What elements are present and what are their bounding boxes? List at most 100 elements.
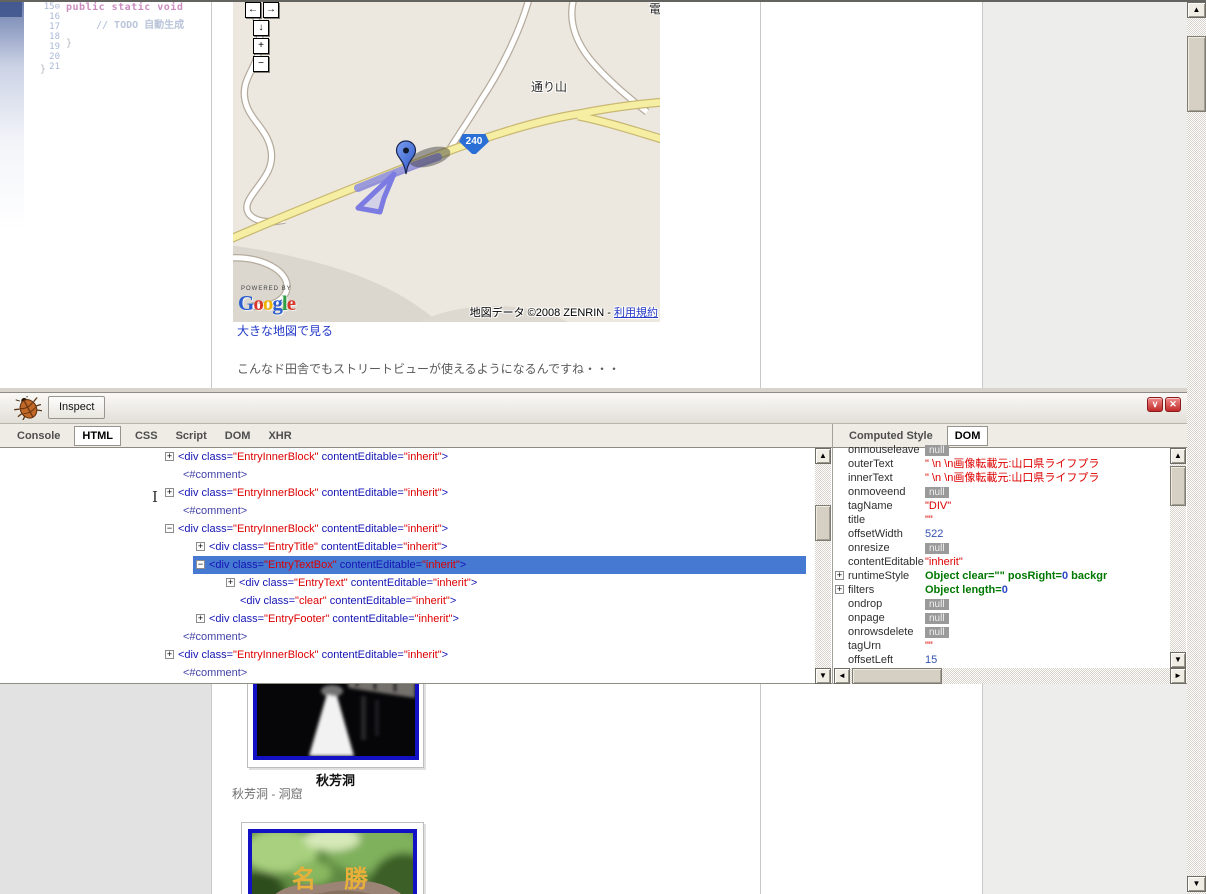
property-value: Object clear="" posRight=0 backgr xyxy=(925,570,1108,582)
property-name: onrowsdelete xyxy=(848,626,914,638)
editor-gutter: 15⊖ 16 17 18 19 20 21 xyxy=(43,2,60,72)
scroll-left-button[interactable]: ◄ xyxy=(834,668,850,684)
firebug-panel: Inspect ∨ ✕ Console HTML CSS Script DOM XHR C… xyxy=(0,388,1187,684)
tree-element-row[interactable]: − <div class="EntryTextBox" contentEditab… xyxy=(0,556,815,574)
scroll-up-button[interactable]: ▲ xyxy=(1170,448,1186,464)
google-map-embed[interactable]: 240 通り山 電 ← → ↓ + − POWERED BY Google 地図… xyxy=(233,0,660,322)
map-pan-right-button[interactable]: → xyxy=(263,2,279,18)
dom-property-row[interactable]: onpage null xyxy=(834,611,1170,625)
map-pin[interactable] xyxy=(395,140,417,179)
scrollbar-thumb[interactable] xyxy=(1187,36,1206,112)
google-logo[interactable]: Google xyxy=(238,291,296,316)
firebug-main-tabs: Console HTML CSS Script DOM XHR xyxy=(8,426,301,446)
scrollbar-thumb[interactable] xyxy=(1170,466,1186,506)
terms-link[interactable]: 利用規約 xyxy=(614,307,658,319)
dom-property-row[interactable]: tagName "DIV" xyxy=(834,499,1170,513)
expand-icon[interactable]: + xyxy=(835,571,844,580)
stone-photo[interactable]: ​ 名勝 xyxy=(248,829,417,894)
tab-dom[interactable]: DOM xyxy=(225,426,251,446)
tree-element-row[interactable]: + <div class="EntryText" contentEditable=… xyxy=(0,574,815,592)
scroll-down-button[interactable]: ▼ xyxy=(1170,652,1186,668)
firebug-panel-divider[interactable] xyxy=(832,424,833,684)
dom-property-row[interactable]: onmouseleave null xyxy=(834,445,1170,457)
dom-property-row[interactable]: onresize null xyxy=(834,541,1170,555)
street-view-arrow[interactable] xyxy=(350,168,398,223)
dom-property-row[interactable]: offsetLeft 15 xyxy=(834,653,1170,667)
inspect-button[interactable]: Inspect xyxy=(48,396,106,419)
map-pan-left-button[interactable]: ← xyxy=(245,2,261,18)
scroll-down-button[interactable]: ▼ xyxy=(1187,876,1206,892)
dom-property-row[interactable]: onrowsdelete null xyxy=(834,625,1170,639)
dom-property-row[interactable]: outerText " \n \n画像転載元:山口県ライフプラ xyxy=(834,457,1170,471)
tree-element-row[interactable]: + <div class="EntryFooter" contentEditabl… xyxy=(0,610,815,628)
browser-scrollbar[interactable]: ▲ ▼ xyxy=(1187,2,1206,894)
dom-property-row[interactable]: + runtimeStyle Object clear="" posRight=0 … xyxy=(834,569,1170,583)
collapse-icon[interactable]: − xyxy=(165,524,174,533)
map-zoom-in-button[interactable]: + xyxy=(253,38,269,54)
dom-property-row[interactable]: offsetWidth 522 xyxy=(834,527,1170,541)
firebug-close-button[interactable]: ✕ xyxy=(1165,397,1181,412)
collapse-icon[interactable]: − xyxy=(196,560,205,569)
property-value: 522 xyxy=(925,528,944,540)
expand-icon[interactable]: + xyxy=(196,614,205,623)
scroll-down-button[interactable]: ▼ xyxy=(815,668,831,684)
expand-icon[interactable]: + xyxy=(835,585,844,594)
property-name: onmoveend xyxy=(848,486,906,498)
scroll-up-button[interactable]: ▲ xyxy=(1187,2,1206,18)
tree-element-row[interactable]: − <div class="EntryInnerBlock" contentEdi… xyxy=(0,520,815,538)
dom-property-row[interactable]: title "" xyxy=(834,513,1170,527)
tree-element-row[interactable]: + <div class="EntryTitle" contentEditable… xyxy=(0,538,815,556)
expand-icon[interactable]: + xyxy=(165,452,174,461)
tree-comment-row[interactable]: <#comment> xyxy=(0,502,815,520)
tree-comment-row[interactable]: <#comment> xyxy=(0,466,815,484)
expand-icon[interactable]: + xyxy=(226,578,235,587)
dom-property-row[interactable]: contentEditable "inherit" xyxy=(834,555,1170,569)
scroll-up-button[interactable]: ▲ xyxy=(815,448,831,464)
tree-element-row[interactable]: + <div class="EntryInnerBlock" contentEdi… xyxy=(0,448,815,466)
tab-console[interactable]: Console xyxy=(17,426,60,446)
google-logo-letter: g xyxy=(272,291,282,315)
tree-scrollbar[interactable]: ▲ ▼ xyxy=(815,448,831,684)
tree-comment-row[interactable]: <#comment> xyxy=(0,664,815,682)
map-zoom-out-button[interactable]: − xyxy=(253,56,269,72)
scroll-right-button[interactable]: ► xyxy=(1170,668,1186,684)
property-value: " \n \n画像転載元:山口県ライフプラ xyxy=(925,472,1100,484)
photo-card[interactable]: ​ 名勝 xyxy=(241,822,424,894)
expand-icon[interactable]: + xyxy=(165,650,174,659)
tree-comment-row[interactable]: <#comment> xyxy=(0,628,815,646)
editor-code-line: public static void xyxy=(66,2,184,13)
editor-brace: } xyxy=(40,64,47,75)
firebug-detach-button[interactable]: ∨ xyxy=(1147,397,1163,412)
map-edge-label: 電 xyxy=(649,2,660,16)
dom-property-row[interactable]: innerText " \n \n画像転載元:山口県ライフプラ xyxy=(834,471,1170,485)
dom-property-row[interactable]: ondrop null xyxy=(834,597,1170,611)
text-cursor: I xyxy=(152,488,158,506)
tree-element-row[interactable]: <div class="clear" contentEditable="inhe… xyxy=(0,592,815,610)
tree-element-row[interactable]: + <div class="EntryInnerBlock" contentEdi… xyxy=(0,484,815,502)
dom-property-row[interactable]: onmoveend null xyxy=(834,485,1170,499)
dom-property-row[interactable]: + filters Object length=0 xyxy=(834,583,1170,597)
firebug-side-tabs: Computed Style DOM xyxy=(840,426,993,446)
dom-property-row[interactable]: tagUrn "" xyxy=(834,639,1170,653)
scrollbar-thumb[interactable] xyxy=(852,668,942,684)
tree-element-row[interactable]: + <div class="EntryInnerBlock" contentEdi… xyxy=(0,646,815,664)
side-tab-dom[interactable]: DOM xyxy=(946,426,989,446)
tab-script[interactable]: Script xyxy=(176,426,207,446)
tab-css[interactable]: CSS xyxy=(135,426,158,446)
property-name: title xyxy=(848,514,866,526)
tab-html[interactable]: HTML xyxy=(74,426,121,446)
expand-icon[interactable]: + xyxy=(196,542,205,551)
map-attribution: 地図データ ©2008 ZENRIN - 利用規約 xyxy=(393,304,658,320)
firebug-bug-icon[interactable] xyxy=(14,396,42,420)
side-tab-computed-style[interactable]: Computed Style xyxy=(849,426,933,446)
google-logo-letter: e xyxy=(286,291,296,315)
expand-icon[interactable]: + xyxy=(165,488,174,497)
dom-scrollbar-vertical[interactable]: ▲ ▼ xyxy=(1170,448,1186,668)
editor-todo-comment: // TODO 自動生成 xyxy=(96,20,185,31)
tab-xhr[interactable]: XHR xyxy=(268,426,291,446)
editor-corner-block xyxy=(0,2,22,17)
dom-scrollbar-horizontal[interactable]: ◄ ► xyxy=(834,668,1186,684)
view-larger-map-link[interactable]: 大きな地図で見る xyxy=(237,322,333,339)
map-pan-down-button[interactable]: ↓ xyxy=(253,20,269,36)
scrollbar-thumb[interactable] xyxy=(815,505,831,541)
